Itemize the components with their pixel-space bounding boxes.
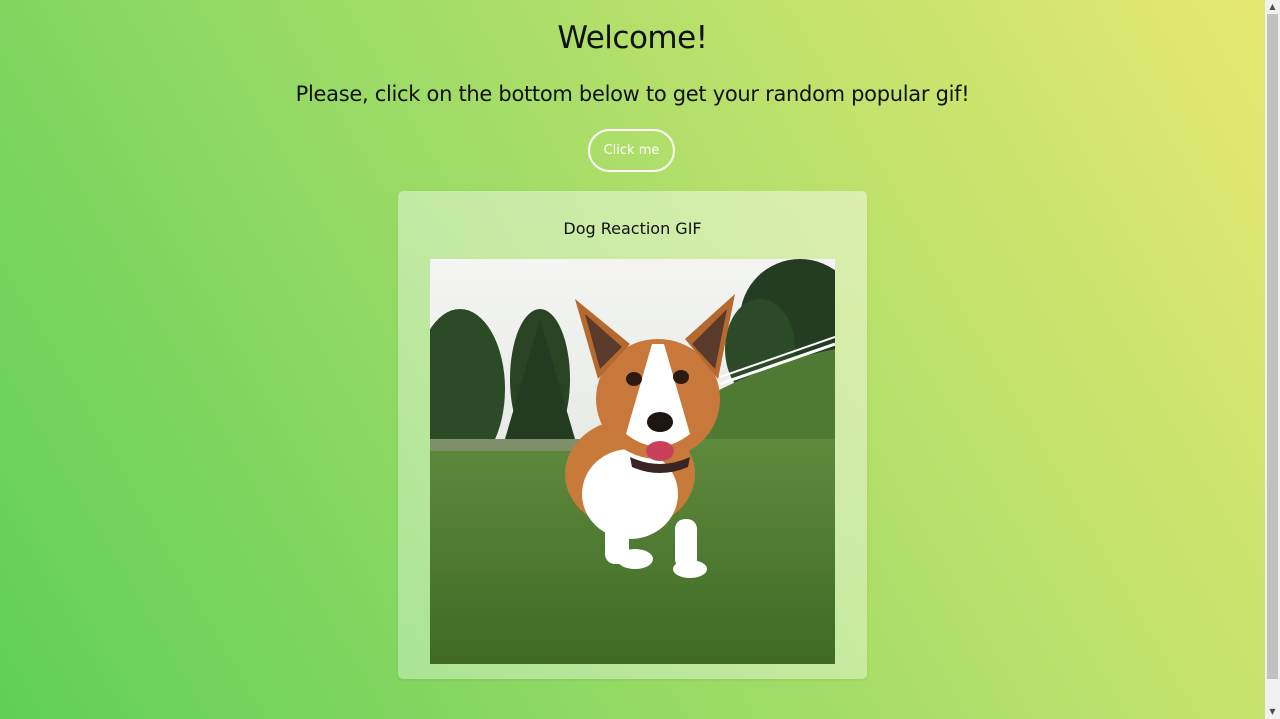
random-gif-button[interactable]: Click me bbox=[588, 129, 675, 172]
page-background: Welcome! Please, click on the bottom bel… bbox=[0, 0, 1265, 719]
scroll-down-icon[interactable]: ▼ bbox=[1265, 705, 1280, 719]
gif-card: Dog Reaction GIF bbox=[398, 191, 867, 679]
vertical-scrollbar[interactable]: ▲ ▼ bbox=[1265, 0, 1280, 719]
scroll-thumb[interactable] bbox=[1267, 14, 1278, 679]
scroll-up-icon[interactable]: ▲ bbox=[1265, 0, 1280, 14]
gif-title: Dog Reaction GIF bbox=[563, 219, 702, 238]
page-title: Welcome! bbox=[557, 20, 708, 56]
gif-image bbox=[430, 259, 835, 664]
page-subtitle: Please, click on the bottom below to get… bbox=[295, 82, 970, 106]
corgi-gif-illustration bbox=[430, 259, 835, 664]
